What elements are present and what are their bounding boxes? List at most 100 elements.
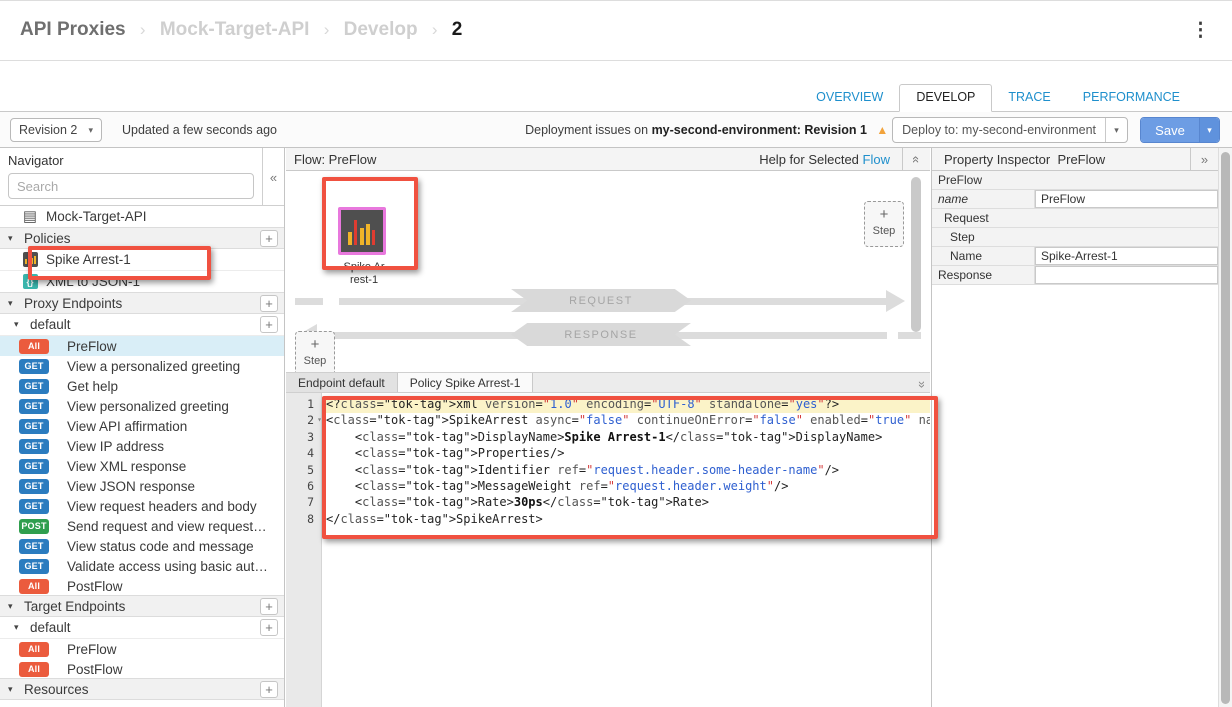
add-button[interactable]: + (260, 598, 278, 615)
method-badge: All (19, 662, 49, 677)
code-line[interactable]: <?class="tok-tag">xml version="1.0" enco… (322, 397, 930, 413)
kebab-menu-icon[interactable]: ⋮ (1191, 19, 1210, 42)
sidebar-item-preflow[interactable]: AllPreFlow (0, 336, 284, 356)
inspector-field-name-input[interactable] (1035, 190, 1218, 208)
flow-label: View API affirmation (67, 419, 187, 434)
method-badge: All (19, 642, 49, 657)
sidebar-item-mock-target-api[interactable]: ▤Mock-Target-API (0, 206, 284, 228)
inspector-section-label: Step (932, 230, 975, 244)
fold-caret-icon[interactable]: ▾ (317, 415, 322, 424)
tree-caret-icon[interactable]: ▾ (8, 601, 18, 612)
editor-tab-policy-spike-arrest-1[interactable]: Policy Spike Arrest-1 (398, 373, 534, 392)
add-button[interactable]: + (260, 681, 278, 698)
add-step-button[interactable]: + Step (295, 331, 335, 377)
code-area[interactable]: <?class="tok-tag">xml version="1.0" enco… (322, 393, 930, 707)
inspector-field-response-input[interactable] (1035, 266, 1218, 284)
collapse-flow-panel-icon[interactable]: « (902, 148, 930, 171)
tab-overview[interactable]: OVERVIEW (800, 85, 899, 111)
inspector-row-response: Response (932, 266, 1218, 285)
code-line[interactable]: <class="tok-tag">MessageWeight ref="requ… (322, 479, 930, 495)
help-flow-link[interactable]: Flow (863, 152, 890, 167)
section-label: default (30, 317, 71, 332)
sidebar-item-xml-to-json-1[interactable]: {}XML to JSON-1 (0, 271, 284, 293)
flow-scrollbar[interactable] (911, 177, 921, 365)
flow-label: View a personalized greeting (67, 359, 240, 374)
add-button[interactable]: + (260, 230, 278, 247)
method-badge: GET (19, 419, 49, 434)
code-line[interactable]: <class="tok-tag">Rate>30ps</class="tok-t… (322, 495, 930, 511)
sidebar-section-default[interactable]: ▾default+ (0, 617, 284, 639)
spike-arrest-node-label: Spike Ar rest-1 (322, 261, 406, 287)
sidebar-item-get-help[interactable]: GETGet help (0, 376, 284, 396)
window-scrollbar[interactable] (1218, 148, 1232, 707)
sidebar-item-view-a-personalized-greeting[interactable]: GETView a personalized greeting (0, 356, 284, 376)
spike-arrest-node-icon[interactable] (338, 207, 386, 255)
add-button[interactable]: + (260, 619, 278, 636)
inspector-field-label: name (932, 190, 1035, 208)
inspector-field-name-input[interactable] (1035, 247, 1218, 265)
sidebar-section-target-endpoints[interactable]: ▾ Target Endpoints + (0, 595, 284, 617)
sidebar-item-validate-access-using-basic-aut[interactable]: GETValidate access using basic aut… (0, 556, 284, 576)
sidebar-item-view-request-headers-and-body[interactable]: GETView request headers and body (0, 496, 284, 516)
sidebar-item-view-api-affirmation[interactable]: GET View API affirmation (0, 416, 284, 436)
code-line[interactable]: <class="tok-tag">SpikeArrest async="fals… (322, 413, 930, 429)
code-line[interactable]: <class="tok-tag">Properties/> (322, 446, 930, 462)
breadcrumb-revision: 2 (452, 19, 463, 40)
save-dropdown-button[interactable]: ▾ (1199, 118, 1219, 142)
tab-develop[interactable]: DEVELOP (899, 84, 992, 112)
sidebar-item-view-status-code-and-message[interactable]: GETView status code and message (0, 536, 284, 556)
tree-caret-icon[interactable]: ▾ (8, 233, 18, 244)
revision-select[interactable]: Revision 2 ▾ (10, 118, 102, 142)
breadcrumb-proxy-name[interactable]: Mock-Target-API (160, 19, 310, 40)
sidebar-item-view-personalized-greeting[interactable]: GETView personalized greeting (0, 396, 284, 416)
response-label: RESPONSE (511, 323, 691, 346)
sidebar-item-view-json-response[interactable]: GETView JSON response (0, 476, 284, 496)
line-number: 7 (286, 495, 321, 511)
deploy-to-select[interactable]: Deploy to: my-second-environment ▾ (892, 117, 1128, 143)
navigator-header: Navigator « (0, 148, 284, 206)
sidebar-section-resources[interactable]: ▾Resources+ (0, 678, 284, 700)
code-editor[interactable]: 12▾345678 <?class="tok-tag">xml version=… (286, 393, 930, 707)
save-split-button[interactable]: Save ▾ (1140, 117, 1220, 143)
tree-caret-icon[interactable]: ▾ (14, 319, 24, 330)
tree-caret-icon[interactable]: ▾ (8, 298, 18, 309)
add-button[interactable]: + (260, 316, 278, 333)
tab-performance[interactable]: PERFORMANCE (1067, 85, 1196, 111)
tree-caret-icon[interactable]: ▾ (14, 622, 24, 633)
add-step-button[interactable]: + Step (864, 201, 904, 247)
tree-caret-icon[interactable]: ▾ (8, 684, 18, 695)
code-line[interactable]: <class="tok-tag">DisplayName>Spike Arres… (322, 430, 930, 446)
plus-icon: + (865, 206, 903, 223)
method-badge: GET (19, 399, 49, 414)
sidebar-item-postflow[interactable]: AllPostFlow (0, 576, 284, 596)
breadcrumb-develop[interactable]: Develop (344, 19, 418, 40)
sidebar-section-proxy-endpoints[interactable]: ▾Proxy Endpoints+ (0, 292, 284, 314)
editor-tab-endpoint-default[interactable]: Endpoint default (286, 373, 398, 392)
code-line[interactable]: </class="tok-tag">SpikeArrest> (322, 512, 930, 528)
chevron-down-icon: ▾ (88, 125, 93, 136)
sidebar-item-view-xml-response[interactable]: GETView XML response (0, 456, 284, 476)
sidebar-item-send-request-and-view-request[interactable]: POSTSend request and view request… (0, 516, 284, 536)
step-label: Step (296, 355, 334, 367)
search-input[interactable] (8, 173, 254, 199)
section-label: Target Endpoints (24, 599, 125, 614)
sidebar-item-postflow[interactable]: AllPostFlow (0, 659, 284, 679)
sidebar-item-view-ip-address[interactable]: GETView IP address (0, 436, 284, 456)
collapse-editor-icon[interactable]: « (917, 376, 924, 394)
flow-title: Flow: PreFlow (294, 152, 376, 167)
line-number: 3 (286, 430, 321, 446)
breadcrumb-api-proxies[interactable]: API Proxies (20, 19, 126, 40)
save-button[interactable]: Save (1141, 118, 1199, 142)
method-badge: GET (19, 439, 49, 454)
sidebar-section-default[interactable]: ▾ default + (0, 314, 284, 336)
expand-inspector-icon[interactable]: » (1190, 148, 1218, 171)
tab-trace[interactable]: TRACE (992, 85, 1066, 111)
request-label: REQUEST (511, 289, 691, 312)
sidebar-item-spike-arrest-1[interactable]: Spike Arrest-1 (0, 249, 284, 271)
collapse-sidebar-icon[interactable]: « (262, 148, 284, 206)
method-badge: GET (19, 459, 49, 474)
sidebar-item-preflow[interactable]: AllPreFlow (0, 639, 284, 659)
sidebar-section-policies[interactable]: ▾Policies+ (0, 227, 284, 249)
add-button[interactable]: + (260, 295, 278, 312)
code-line[interactable]: <class="tok-tag">Identifier ref="request… (322, 463, 930, 479)
